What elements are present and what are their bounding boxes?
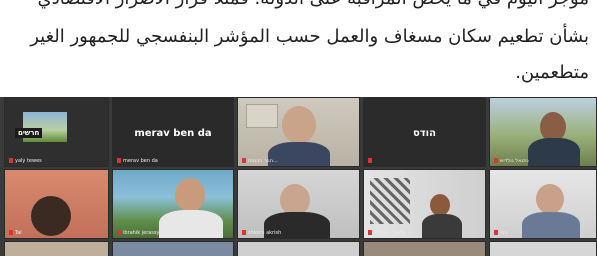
- article-text: موجز اليوم في ما يخص المراقبة على الدولة…: [0, 0, 597, 96]
- video-tile-knesset-member: חבר הכנסת...: [237, 97, 360, 167]
- participant-center-name: merav ben da: [134, 128, 212, 139]
- muted-mic-icon: [368, 158, 372, 163]
- participant-hair: [31, 196, 71, 236]
- video-tile-rafi: רפי: [489, 169, 597, 239]
- video-tile-merav: merav ben da merav ben da: [112, 97, 234, 167]
- participant-name: merav ben da: [117, 158, 158, 164]
- article-line-3: متطعمين.: [515, 62, 589, 83]
- video-tile-yaly: חרשים yaly tewes: [4, 97, 109, 167]
- video-tile-row3-4: [363, 241, 486, 256]
- muted-mic-icon: [117, 158, 121, 163]
- video-tile-student-netanel: תלמיד - נתנאל...: [363, 169, 486, 239]
- muted-mic-icon: [9, 158, 13, 163]
- muted-mic-icon: [242, 158, 246, 163]
- participant-face: [282, 106, 316, 144]
- participant-face: [536, 184, 564, 214]
- muted-mic-icon: [494, 158, 498, 163]
- participant-name: חבר הכנסת...: [242, 158, 278, 164]
- muted-mic-icon: [494, 230, 498, 235]
- video-tile-row3-5: [489, 241, 597, 256]
- participant-body: [159, 210, 223, 238]
- video-tile-row3-2: [112, 241, 234, 256]
- participant-body: [528, 138, 580, 166]
- muted-mic-icon: [368, 230, 372, 235]
- participant-name: רפי: [494, 230, 507, 236]
- article-line-2: بشأن تطعيم سكان مسغاف والعمل حسب المؤشر …: [30, 26, 589, 47]
- video-tile-hodas: הודס: [363, 97, 486, 167]
- participant-name: נתנאל גולדיש: [494, 158, 529, 164]
- badge-label: חרשים: [15, 128, 43, 138]
- muted-mic-icon: [117, 230, 121, 235]
- muted-mic-icon: [242, 230, 246, 235]
- participant-name: Tal: [9, 230, 22, 236]
- participant-name: [368, 158, 374, 164]
- video-tile-row3-3: [237, 241, 360, 256]
- video-tile-shlomi: shlomi akrish: [237, 169, 360, 239]
- video-tile-ibrahik: ibrahik jerassy: [112, 169, 234, 239]
- participant-face: [175, 178, 205, 212]
- participant-name: תלמיד - נתנאל...: [368, 230, 411, 236]
- participant-body: [522, 212, 580, 238]
- participant-name: yaly tewes: [9, 158, 42, 164]
- video-conference-screenshot: חרשים yaly tewes merav ben da merav ben …: [0, 97, 597, 256]
- muted-mic-icon: [9, 230, 13, 235]
- video-tile-row3-1: [4, 241, 109, 256]
- participant-face: [430, 194, 450, 216]
- participant-name: ibrahik jerassy: [117, 230, 159, 236]
- article-line-1: موجز اليوم في ما يخص المراقبة على الدولة…: [38, 0, 590, 10]
- participant-name: shlomi akrish: [242, 230, 281, 236]
- participant-center-name: הודס: [413, 128, 436, 139]
- participant-body: [422, 214, 462, 238]
- video-tile-tal: Tal: [4, 169, 109, 239]
- video-tile-netanel: נתנאל גולדיש: [489, 97, 597, 167]
